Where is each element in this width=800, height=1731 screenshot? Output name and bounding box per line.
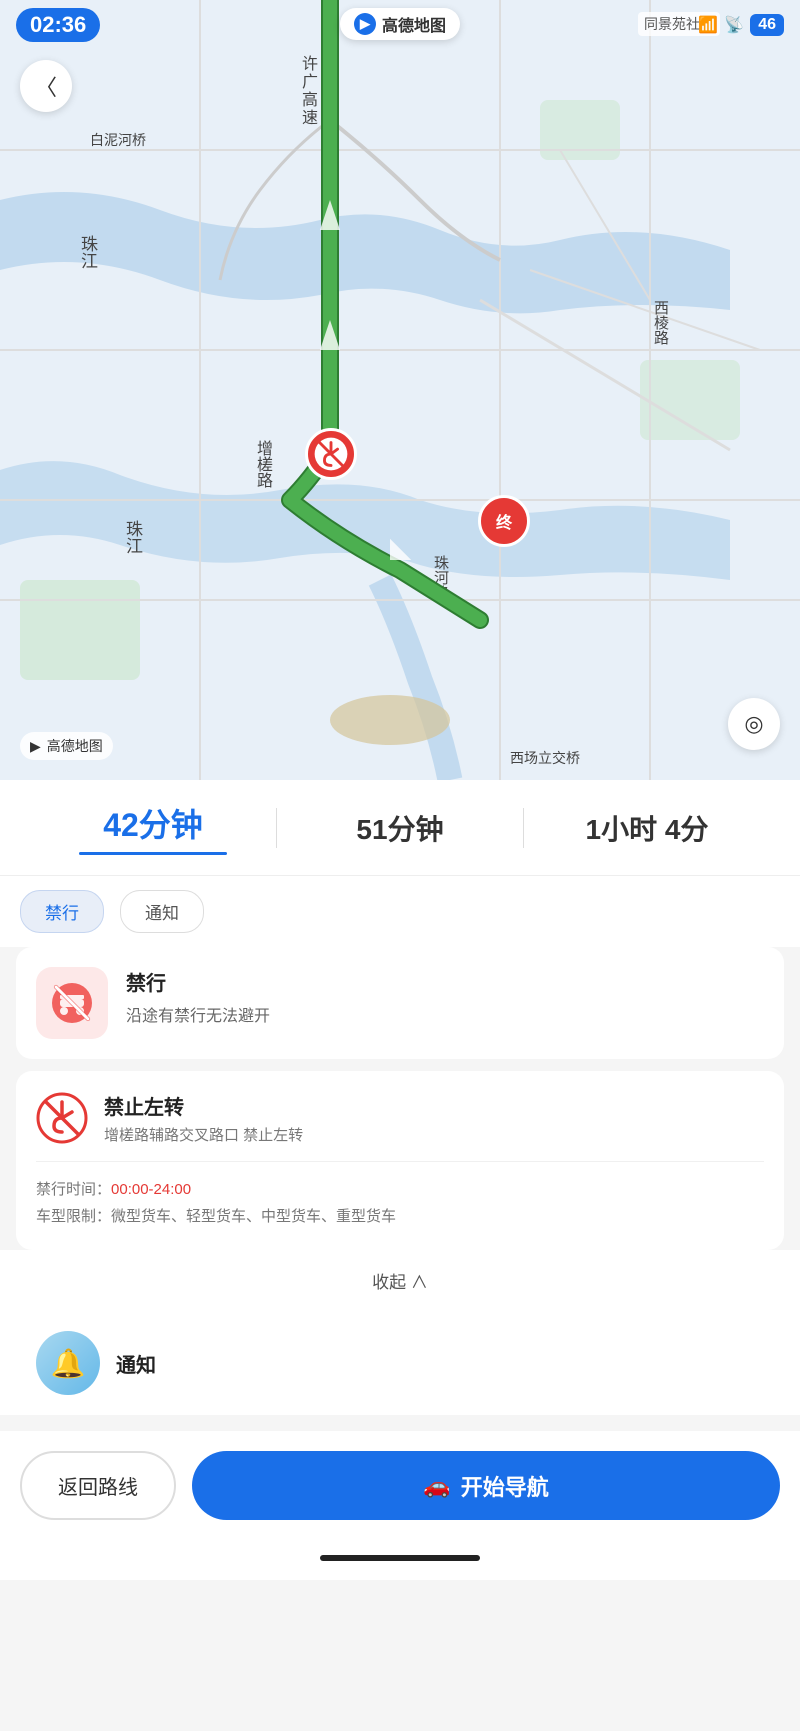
detail-icon [36, 1092, 88, 1144]
route-time-2-label: 51分钟 [277, 808, 523, 848]
route-times: 42分钟 51分钟 1小时 4分 [0, 780, 800, 876]
action-bar: 返回路线 🚗 开始导航 [0, 1431, 800, 1536]
amap-logo-top[interactable]: ▶ 高德地图 [340, 8, 460, 40]
battery-badge: 46 [750, 14, 784, 36]
route-time-1-underline [79, 852, 227, 855]
status-right: 📶 📡 46 [698, 14, 784, 36]
main-alert-desc: 沿途有禁行无法避开 [126, 1002, 764, 1026]
status-time: 02:36 [16, 8, 100, 42]
route-time-option-2[interactable]: 51分钟 [277, 808, 523, 848]
tab-tongzhi[interactable]: 通知 [120, 890, 204, 933]
tab-jinxing-label: 禁行 [45, 904, 79, 923]
return-button[interactable]: 返回路线 [20, 1451, 176, 1520]
wifi-icon: 📡 [724, 15, 744, 35]
detail-time-label: 禁行时间： [36, 1181, 111, 1198]
amap-logo-text: 高德地图 [382, 12, 446, 36]
detail-alert-card: 禁止左转 增槎路辅路交叉路口 禁止左转 禁行时间：00:00-24:00 车型限… [16, 1071, 784, 1250]
navigate-button[interactable]: 🚗 开始导航 [192, 1451, 780, 1520]
notif-label: 通知 [116, 1349, 156, 1378]
route-time-1-label: 42分钟 [30, 800, 276, 846]
collapse-button[interactable]: 收起 ∧ [16, 1250, 784, 1311]
route-time-3-label: 1小时 4分 [524, 808, 770, 848]
main-alert-icon-box [36, 967, 108, 1039]
main-alert-card: 禁行 沿途有禁行无法避开 [16, 947, 784, 1059]
signal-icon: 📶 [698, 15, 718, 35]
back-button[interactable]: 〈 [20, 60, 72, 112]
detail-time-value: 00:00-24:00 [111, 1181, 191, 1198]
detail-alert-info: 禁行时间：00:00-24:00 车型限制：微型货车、轻型货车、中型货车、重型货… [36, 1161, 764, 1230]
detail-card-text: 禁止左转 增槎路辅路交叉路口 禁止左转 [104, 1091, 303, 1145]
detail-vehicle-row: 车型限制：微型货车、轻型货车、中型货车、重型货车 [36, 1203, 764, 1230]
detail-time-row: 禁行时间：00:00-24:00 [36, 1176, 764, 1203]
route-time-option-3[interactable]: 1小时 4分 [524, 808, 770, 848]
main-alert-content: 禁行 沿途有禁行无法避开 [126, 967, 764, 1026]
home-indicator [0, 1536, 800, 1580]
alert-section: 禁行 沿途有禁行无法避开 禁止左转 增槎路辅路交叉路口 禁止左转 [0, 947, 800, 1250]
turn-restriction-marker [305, 428, 357, 480]
spacer [0, 1415, 800, 1431]
notification-preview: 🔔 通知 [16, 1311, 784, 1415]
bottom-panel: 42分钟 51分钟 1小时 4分 禁行 通知 [0, 780, 800, 1580]
detail-alert-title: 禁止左转 [104, 1091, 303, 1120]
notif-wave-icon: 🔔 [51, 1347, 86, 1380]
tab-jinxing[interactable]: 禁行 [20, 890, 104, 933]
tab-tongzhi-label: 通知 [145, 904, 179, 923]
location-button[interactable]: ◎ [728, 698, 780, 750]
notif-icon: 🔔 [36, 1331, 100, 1395]
detail-card-header: 禁止左转 增槎路辅路交叉路口 禁止左转 [36, 1091, 764, 1145]
destination-icon: 终 [496, 509, 512, 533]
home-bar [320, 1555, 480, 1561]
navigate-car-icon: 🚗 [423, 1473, 450, 1499]
back-icon: 〈 [35, 70, 57, 102]
navigate-label: 开始导航 [461, 1470, 549, 1502]
main-alert-title: 禁行 [126, 967, 764, 996]
route-time-option-1[interactable]: 42分钟 [30, 800, 276, 855]
location-icon: ◎ [744, 711, 763, 737]
destination-marker: 终 [478, 495, 530, 547]
map-view[interactable]: 02:36 📶 📡 46 同景苑社区 ▶ 高德地图 〈 白泥河桥 珠江 珠江 西… [0, 0, 800, 780]
tab-bar: 禁行 通知 [0, 876, 800, 947]
detail-alert-subtitle: 增槎路辅路交叉路口 禁止左转 [104, 1124, 303, 1145]
amap-logo-icon: ▶ [354, 13, 376, 35]
